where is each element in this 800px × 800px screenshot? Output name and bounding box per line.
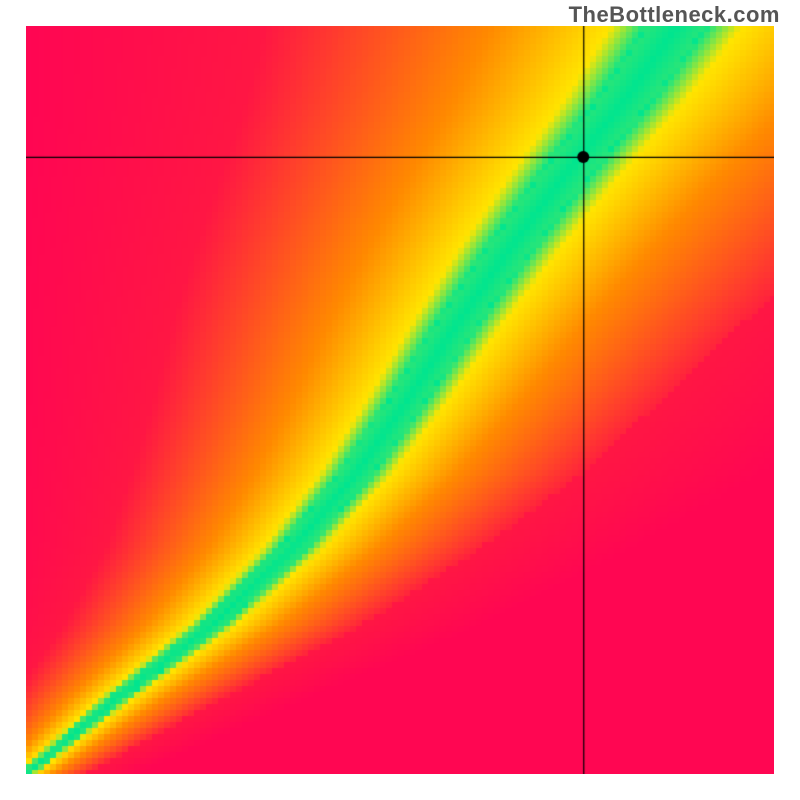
heatmap-canvas (26, 26, 774, 774)
watermark-label: TheBottleneck.com (569, 2, 780, 28)
